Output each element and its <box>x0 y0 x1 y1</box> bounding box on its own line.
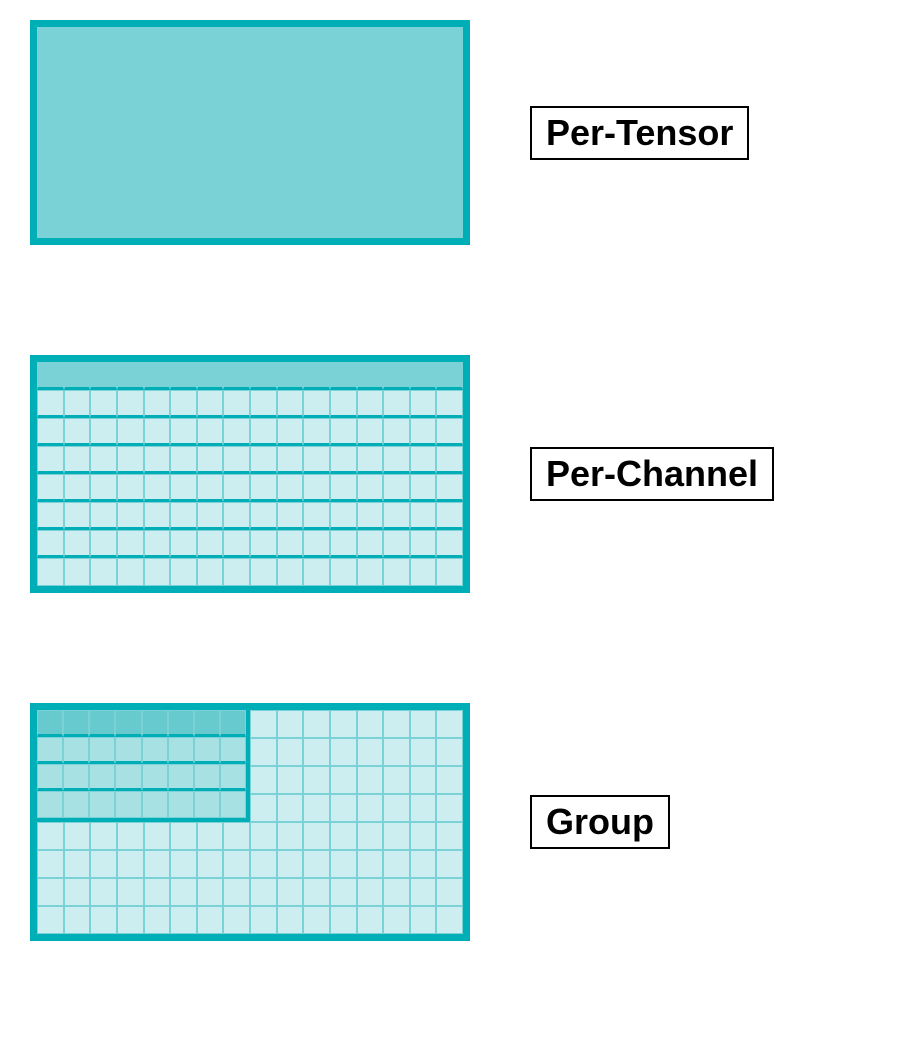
group-diagram <box>30 703 470 941</box>
per-channel-diagram <box>30 355 470 593</box>
row-group: Group <box>30 703 896 941</box>
per-channel-label: Per-Channel <box>530 447 774 501</box>
group-label: Group <box>530 795 670 849</box>
per-tensor-diagram <box>30 20 470 245</box>
group-subblock <box>37 710 250 822</box>
row-per-tensor: Per-Tensor <box>30 20 896 245</box>
row-per-channel: Per-Channel <box>30 355 896 593</box>
per-channel-grid <box>37 362 463 586</box>
per-tensor-label: Per-Tensor <box>530 106 749 160</box>
